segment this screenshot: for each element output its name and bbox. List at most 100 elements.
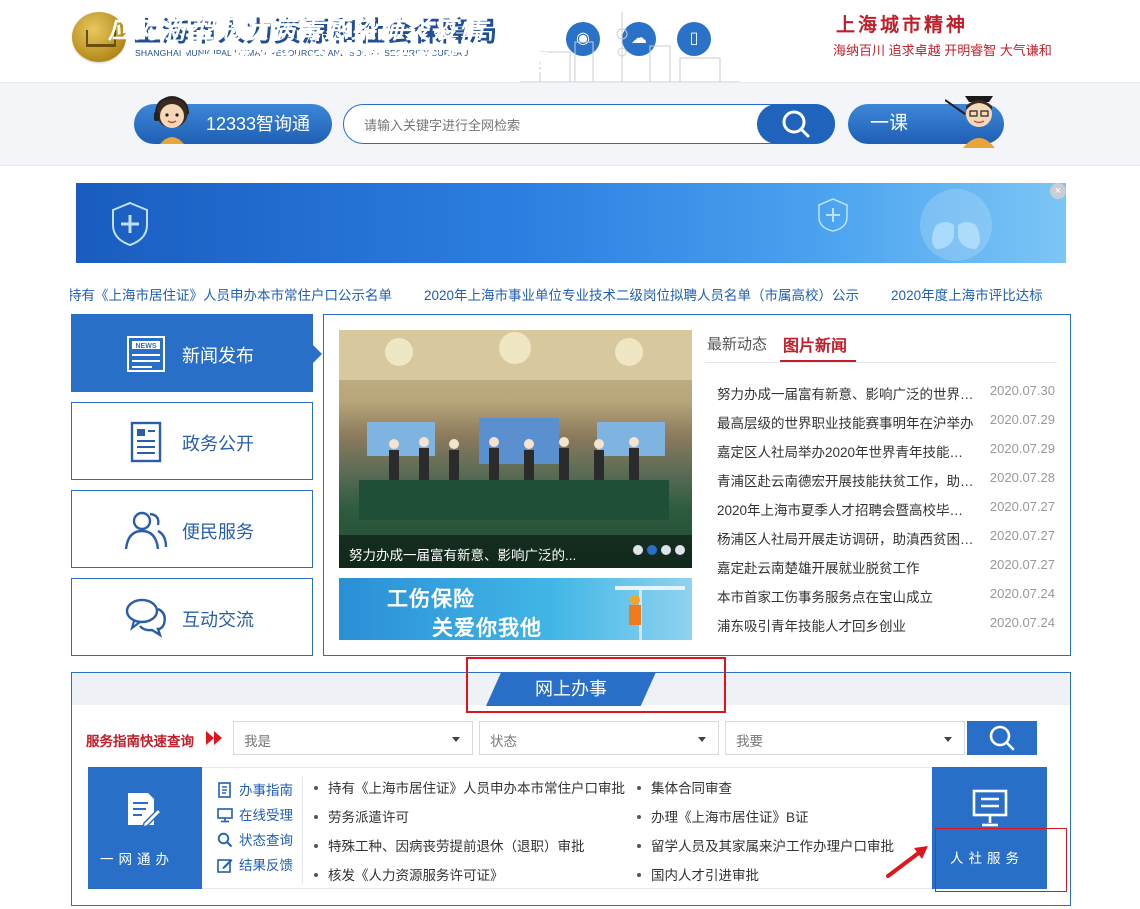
service-item-label: 特殊工种、因病丧劳提前退休（退职）审批 xyxy=(328,839,585,854)
carousel-dot[interactable] xyxy=(661,545,671,555)
newspaper-icon: NEWS xyxy=(127,336,165,372)
nav-label: 便民服务 xyxy=(182,522,254,542)
tab-latest-news[interactable]: 最新动态 xyxy=(707,333,767,354)
service-item[interactable]: 特殊工种、因病丧劳提前退休（退职）审批 xyxy=(314,835,585,855)
service-item[interactable]: 集体合同审查 xyxy=(637,777,732,797)
photo-caption[interactable]: 努力办成一届富有新意、影响广泛的... xyxy=(349,544,576,564)
nav-news-release[interactable]: NEWS 新闻发布 xyxy=(71,314,313,392)
news-title[interactable]: 嘉定赴云南楚雄开展就业脱贫工作 xyxy=(717,557,975,577)
news-date: 2020.07.24 xyxy=(989,615,1055,630)
service-terminal-icon xyxy=(972,789,1008,827)
nav-government-affairs[interactable]: 政务公开 xyxy=(71,402,313,480)
news-list-item[interactable]: 2020年上海市夏季人才招聘会暨高校毕业生专场 2020.07.27 xyxy=(717,499,1057,519)
news-list-item[interactable]: 嘉定区人社局举办2020年世界青年技能日活动 2020.07.29 xyxy=(717,441,1057,461)
news-list-item[interactable]: 嘉定赴云南楚雄开展就业脱贫工作 2020.07.27 xyxy=(717,557,1057,577)
tab-photo-news[interactable]: 图片新闻 xyxy=(783,332,847,356)
lungs-icon xyxy=(920,189,992,261)
banner-line-1: 应对新型冠状病毒感染肺炎疫情 xyxy=(108,16,487,44)
feedback-icon xyxy=(217,859,233,873)
news-title[interactable]: 2020年上海市夏季人才招聘会暨高校毕业生专场 xyxy=(717,499,975,519)
news-ticker: 持有《上海市居住证》人员申办本市常住户口公示名单 2020年上海市事业单位专业技术… xyxy=(70,284,1070,304)
nav-active-pointer xyxy=(313,345,322,363)
service-item-label: 持有《上海市居住证》人员申办本市常住户口审批 xyxy=(328,781,625,796)
service-item-label: 办理《上海市居住证》B证 xyxy=(651,810,809,825)
ticker-item[interactable]: 2020年度上海市评比达标 xyxy=(891,288,1043,303)
promo-line-1: 工伤保险 xyxy=(387,588,475,611)
service-item-label: 劳务派遣许可 xyxy=(328,810,409,825)
sublink-label: 办事指南 xyxy=(239,783,293,798)
news-title[interactable]: 青浦区赴云南德宏开展技能扶贫工作，助力脱贫攻坚 xyxy=(717,470,975,490)
highlight-box-title xyxy=(466,657,726,713)
nav-interaction[interactable]: 互动交流 xyxy=(71,578,313,656)
caret-down-icon xyxy=(452,737,460,742)
sublink-status-query[interactable]: 状态查询 xyxy=(217,829,293,851)
news-list-item[interactable]: 本市首家工伤事务服务点在宝山成立 2020.07.24 xyxy=(717,586,1057,606)
news-date: 2020.07.27 xyxy=(989,499,1055,514)
quick-search-button[interactable] xyxy=(967,721,1037,755)
news-title[interactable]: 本市首家工伤事务服务点在宝山成立 xyxy=(717,586,975,606)
users-icon xyxy=(124,511,168,550)
conference-photo-illustration xyxy=(339,330,692,520)
service-item[interactable]: 核发《人力资源服务许可证》 xyxy=(314,864,504,884)
news-title[interactable]: 努力办成一届富有新意、影响广泛的世界技能大赛 xyxy=(717,383,975,403)
city-spirit-title: 上海城市精神 xyxy=(836,14,969,36)
promo-line-2: 关爱你我他 xyxy=(432,617,542,640)
sublink-guide[interactable]: 办事指南 xyxy=(217,779,293,801)
highlight-box-renshe xyxy=(935,828,1067,892)
news-list-item[interactable]: 努力办成一届富有新意、影响广泛的世界技能大赛 2020.07.30 xyxy=(717,383,1057,403)
chat-bubbles-icon xyxy=(125,598,166,638)
tab-divider xyxy=(705,362,1057,363)
assistant-girl-icon xyxy=(154,96,189,144)
carousel-dot[interactable] xyxy=(633,545,643,555)
sublink-result-feedback[interactable]: 结果反馈 xyxy=(217,854,293,876)
dropdown-value: 我是 xyxy=(244,734,271,749)
bullet xyxy=(314,873,318,877)
news-date: 2020.07.29 xyxy=(989,412,1055,427)
nav-label: 新闻发布 xyxy=(182,346,254,366)
search-input[interactable] xyxy=(362,113,746,137)
bullet xyxy=(637,786,641,790)
service-item[interactable]: 留学人员及其家属来沪工作办理户口审批 xyxy=(637,835,894,855)
banner-line-2: 人力资源社会保障支持保障措施 xyxy=(168,48,547,76)
dropdown-status[interactable]: 状态 xyxy=(479,721,719,755)
dropdown-value: 我要 xyxy=(736,734,763,749)
news-title[interactable]: 杨浦区人社局开展走访调研，助滇西贫困地区劳动力 xyxy=(717,528,975,548)
news-title[interactable]: 最高层级的世界职业技能赛事明年在沪举办 xyxy=(717,412,975,432)
nav-label: 互动交流 xyxy=(182,610,254,630)
service-item[interactable]: 劳务派遣许可 xyxy=(314,806,409,826)
news-title[interactable]: 嘉定区人社局举办2020年世界青年技能日活动 xyxy=(717,441,975,461)
close-icon[interactable]: × xyxy=(1050,183,1066,199)
sublink-label: 结果反馈 xyxy=(239,858,293,873)
news-date: 2020.07.27 xyxy=(989,557,1055,572)
skyline-illustration xyxy=(520,12,740,82)
dropdown-identity[interactable]: 我是 xyxy=(233,721,473,755)
document-icon xyxy=(130,421,162,463)
news-title[interactable]: 浦东吸引青年技能人才回乡创业 xyxy=(717,615,975,635)
carousel-dot-active[interactable] xyxy=(647,545,657,555)
service-item[interactable]: 办理《上海市居住证》B证 xyxy=(637,806,809,826)
dropdown-want[interactable]: 我要 xyxy=(725,721,965,755)
service-item-label: 国内人才引进审批 xyxy=(651,868,759,883)
carousel-dot[interactable] xyxy=(675,545,685,555)
news-date: 2020.07.24 xyxy=(989,586,1055,601)
ticker-item[interactable]: 持有《上海市居住证》人员申办本市常住户口公示名单 xyxy=(70,288,392,303)
svg-text:NEWS: NEWS xyxy=(136,343,157,350)
service-item[interactable]: 国内人才引进审批 xyxy=(637,864,759,884)
teacher-mascot-icon xyxy=(945,96,995,148)
sublink-online-accept[interactable]: 在线受理 xyxy=(217,804,293,826)
search-button[interactable] xyxy=(757,104,835,144)
edit-document-icon xyxy=(128,793,162,829)
city-spirit-words: 海纳百川 追求卓越 开明睿智 大气谦和 xyxy=(833,43,1052,58)
news-list-item[interactable]: 最高层级的世界职业技能赛事明年在沪举办 2020.07.29 xyxy=(717,412,1057,432)
service-item-label: 集体合同审查 xyxy=(651,781,732,796)
news-list-item[interactable]: 浦东吸引青年技能人才回乡创业 2020.07.24 xyxy=(717,615,1057,635)
ticker-item[interactable]: 2020年上海市事业单位专业技术二级岗位拟聘人员名单（市属高校）公示 xyxy=(424,288,859,303)
epidemic-banner[interactable] xyxy=(76,183,1066,263)
search-icon xyxy=(217,832,233,848)
news-list-item[interactable]: 杨浦区人社局开展走访调研，助滇西贫困地区劳动力 2020.07.27 xyxy=(717,528,1057,548)
news-photo[interactable] xyxy=(339,330,692,568)
service-item[interactable]: 持有《上海市居住证》人员申办本市常住户口审批 xyxy=(314,777,625,797)
nav-public-service[interactable]: 便民服务 xyxy=(71,490,313,568)
caret-down-icon xyxy=(698,737,706,742)
news-list-item[interactable]: 青浦区赴云南德宏开展技能扶贫工作，助力脱贫攻坚 2020.07.28 xyxy=(717,470,1057,490)
